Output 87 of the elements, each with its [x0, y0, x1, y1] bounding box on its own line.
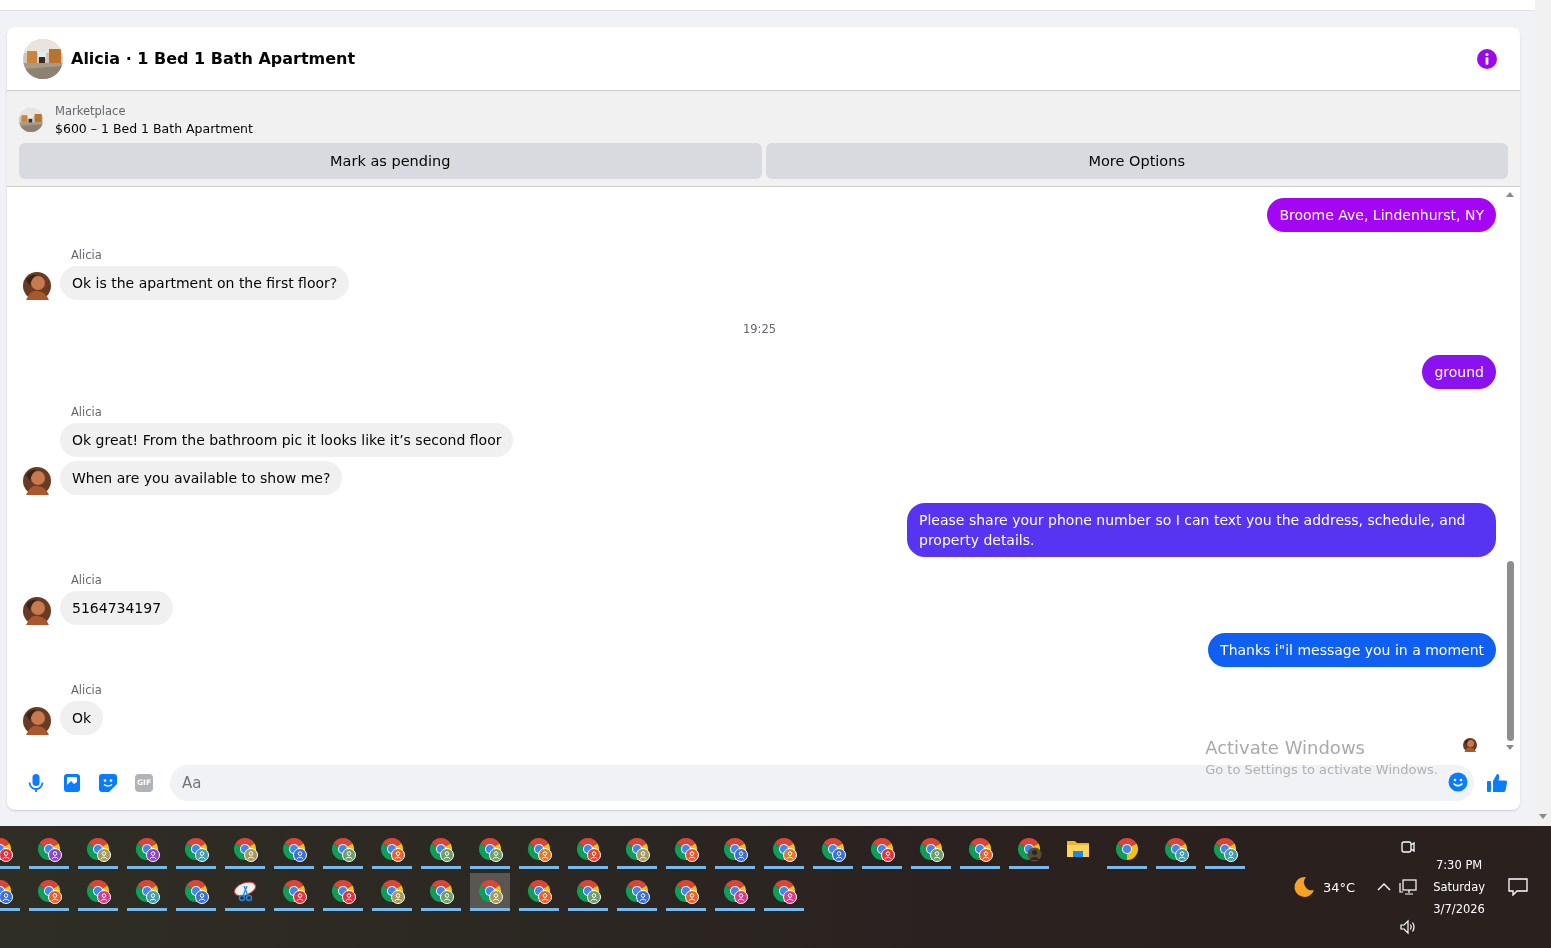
browser-profile-icon: [967, 835, 993, 862]
browser-profile-icon: [134, 835, 160, 862]
scroll-up-arrow-icon[interactable]: [1505, 191, 1515, 197]
browser-profile-icon: [820, 835, 846, 862]
taskbar-button[interactable]: [470, 873, 510, 911]
scrollbar[interactable]: [1535, 0, 1551, 826]
browser-profile-icon: [918, 835, 944, 862]
scrollbar[interactable]: [1504, 191, 1516, 751]
browser-profile-icon: [36, 835, 62, 862]
browser-profile-icon: [134, 877, 160, 904]
browser-profile-icon: [183, 877, 209, 904]
sender-name: Alicia: [71, 405, 103, 419]
browser-profile-icon: [869, 835, 895, 862]
clock-day[interactable]: Saturday: [1433, 876, 1485, 898]
browser-profile-icon: [428, 835, 454, 862]
browser-profile-icon: [1016, 835, 1042, 862]
browser-icon: [1114, 835, 1140, 862]
chevron-up-icon[interactable]: [1377, 883, 1392, 891]
message-bubble: Ok is the apartment on the first floor?: [60, 266, 350, 300]
browser-profile-icon: [526, 877, 552, 904]
emoji-icon[interactable]: [1448, 772, 1468, 792]
weather-temperature[interactable]: 34°C: [1323, 879, 1356, 895]
browser-profile-icon: [330, 835, 356, 862]
browser-profile-icon: [1163, 835, 1189, 862]
volume-icon[interactable]: [1399, 918, 1418, 936]
browser-profile-icon: [1212, 835, 1238, 862]
browser-profile-icon: [575, 877, 601, 904]
avatar: [23, 467, 51, 495]
browser-profile-icon: [232, 835, 258, 862]
listing-source: Marketplace: [55, 102, 127, 120]
activation-notice-title: Activate Windows: [1205, 737, 1366, 759]
listing-action-button[interactable]: More Options: [765, 143, 1508, 179]
browser-profile-icon: [281, 835, 307, 862]
sender-name: Alicia: [71, 683, 103, 697]
browser-profile-icon: [477, 835, 503, 862]
notification-icon[interactable]: [1508, 878, 1528, 896]
message-timestamp: 19:25: [742, 322, 777, 336]
browser-profile-icon: [379, 835, 405, 862]
browser-profile-icon: [183, 835, 209, 862]
activation-notice-text: Go to Settings to activate Windows.: [1205, 761, 1438, 779]
scroll-down-arrow-icon[interactable]: [1505, 745, 1515, 751]
message-bubble: Please share your phone number so I can text you the address, schedule, and property details.: [907, 503, 1496, 557]
clock-time[interactable]: 7:30 PM: [1435, 854, 1483, 876]
browser-profile-icon: [379, 877, 405, 904]
avatar: [23, 707, 51, 735]
browser-profile-icon: [722, 877, 748, 904]
conversation-title: Alicia · 1 Bed 1 Bath Apartment: [71, 49, 356, 68]
browser-profile-icon: [771, 877, 797, 904]
info-icon[interactable]: [1476, 47, 1498, 70]
listing-title: $600 – 1 Bed 1 Bath Apartment: [55, 119, 253, 138]
browser-profile-icon: [330, 877, 356, 904]
image-icon[interactable]: [62, 772, 82, 793]
message-bubble: Ok great! From the bathroom pic it looks like it’s second floor: [60, 423, 514, 457]
browser-profile-icon: [281, 877, 307, 904]
scroll-down-arrow-icon[interactable]: [1538, 814, 1548, 820]
sticker-icon[interactable]: [98, 772, 118, 793]
browser-profile-icon: [428, 877, 454, 904]
browser-profile-icon: [85, 877, 111, 904]
message-bubble: When are you available to show me?: [60, 461, 343, 495]
browser-profile-icon: [526, 835, 552, 862]
scroll-thumb[interactable]: [1506, 561, 1514, 741]
browser-profile-icon: [85, 835, 111, 862]
camera-icon[interactable]: [1399, 838, 1418, 856]
browser-profile-icon: [624, 835, 650, 862]
sender-name: Alicia: [71, 573, 103, 587]
microphone-icon[interactable]: [26, 772, 46, 793]
browser-profile-icon: [673, 877, 699, 904]
message-bubble: 5164734197: [60, 591, 174, 625]
avatar: [23, 272, 51, 300]
browser-profile-icon: [477, 877, 503, 904]
browser-profile-icon: [575, 835, 601, 862]
browser-profile-icon: [673, 835, 699, 862]
browser-profile-icon: [771, 835, 797, 862]
browser-profile-icon: [36, 877, 62, 904]
message-bubble: Ok: [60, 701, 104, 735]
message-bubble: Broome Ave, Lindenhurst, NY: [1267, 198, 1496, 232]
browser-profile-icon: [722, 835, 748, 862]
avatar: [23, 597, 51, 625]
thumbs-up-icon[interactable]: [1486, 771, 1508, 794]
message-bubble: Thanks i"il message you in a moment: [1208, 633, 1496, 667]
seen-avatar: [1463, 738, 1477, 752]
network-icon[interactable]: [1399, 878, 1418, 896]
sender-name: Alicia: [71, 248, 103, 262]
clock-date[interactable]: 3/7/2026: [1433, 898, 1485, 920]
browser-profile-icon: [624, 877, 650, 904]
listing-action-button[interactable]: Mark as pending: [19, 143, 762, 179]
message-bubble: ground: [1422, 355, 1496, 389]
